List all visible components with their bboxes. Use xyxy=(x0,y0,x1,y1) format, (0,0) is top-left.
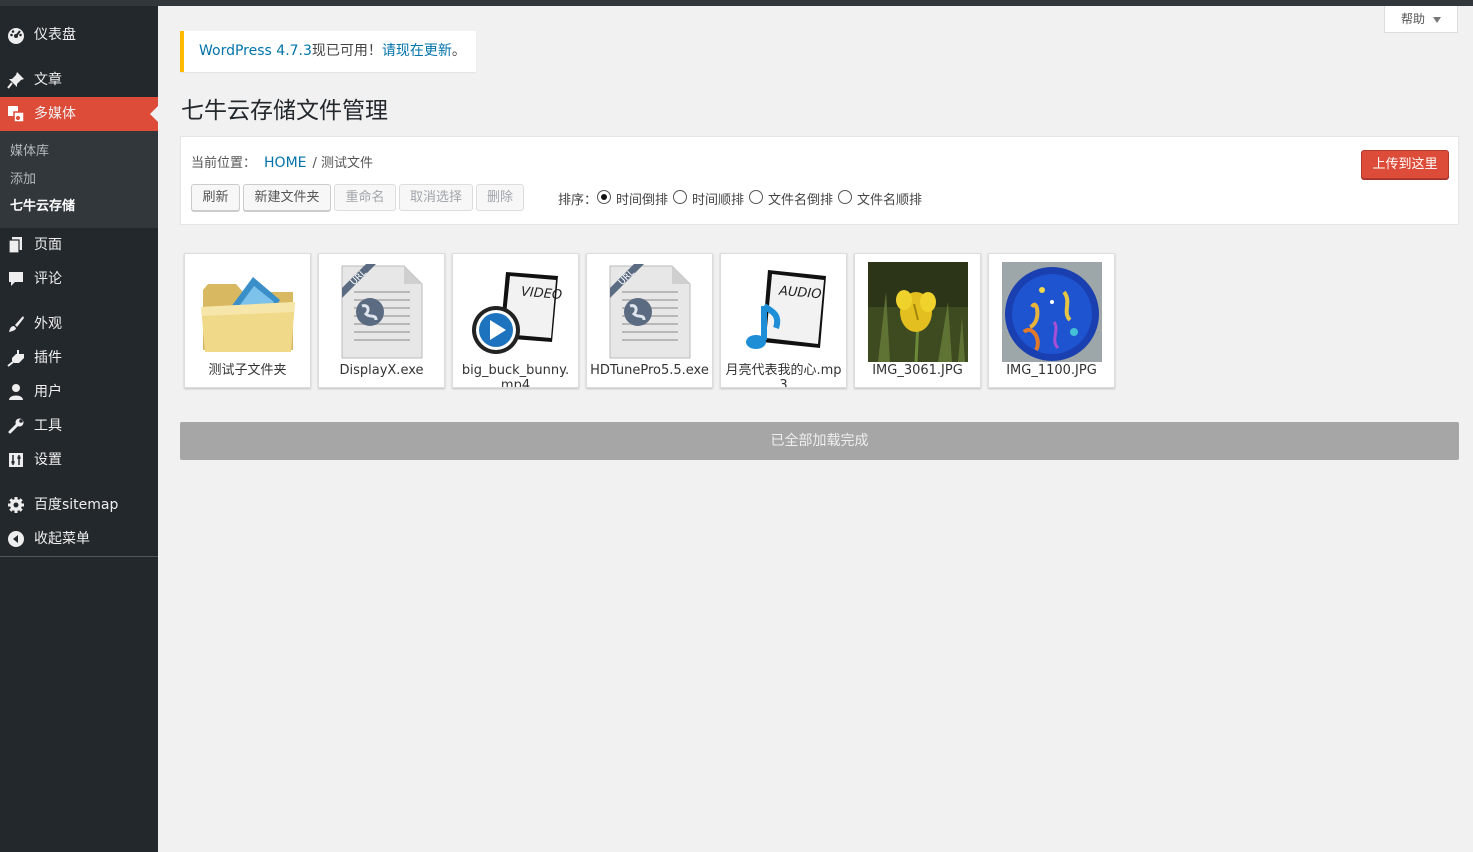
comment-icon xyxy=(6,270,26,288)
breadcrumb-separator: / xyxy=(312,156,317,171)
sidebar-item-label: 仪表盘 xyxy=(34,27,76,43)
brush-icon xyxy=(6,315,26,333)
sidebar-item-plugins[interactable]: 插件 xyxy=(0,341,158,375)
sidebar-divider xyxy=(0,556,158,557)
url-file-icon: URL xyxy=(600,262,700,362)
image-thumbnail xyxy=(1002,262,1102,362)
wordpress-version-link[interactable]: WordPress 4.7.3 xyxy=(199,43,312,59)
audio-file-icon: AUDIO xyxy=(734,262,834,362)
file-name: DisplayX.exe xyxy=(339,363,424,378)
sidebar-item-posts[interactable]: 文章 xyxy=(0,63,158,97)
sidebar-item-label: 评论 xyxy=(34,271,62,287)
load-complete-bar: 已全部加载完成 xyxy=(180,422,1459,460)
sidebar-item-baidu-sitemap[interactable]: 百度sitemap xyxy=(0,488,158,522)
file-name: 测试子文件夹 xyxy=(208,363,287,378)
notice-end: 。 xyxy=(451,43,466,59)
file-name: big_buck_bunny.mp4 xyxy=(461,363,570,387)
sidebar-item-label: 文章 xyxy=(34,72,62,88)
file-name: IMG_1100.JPG xyxy=(1006,363,1097,378)
media-submenu: 媒体库 添加 七牛云存储 xyxy=(0,131,158,228)
file-name: IMG_3061.JPG xyxy=(872,363,963,378)
sidebar-item-users[interactable]: 用户 xyxy=(0,375,158,409)
sidebar-item-label: 收起菜单 xyxy=(34,531,90,547)
admin-top-bar xyxy=(0,0,1473,6)
sort-name-desc[interactable]: 文件名倒排 xyxy=(749,189,833,208)
sidebar-item-label: 外观 xyxy=(34,316,62,332)
user-icon xyxy=(6,383,26,401)
image-thumbnail xyxy=(868,262,968,363)
sidebar-item-label: 用户 xyxy=(34,384,62,400)
help-label: 帮助 xyxy=(1400,12,1425,26)
sidebar-item-label: 插件 xyxy=(34,350,62,366)
dashboard-icon xyxy=(6,26,26,44)
file-item[interactable]: IMG_3061.JPG xyxy=(854,253,981,388)
file-item[interactable]: URL DisplayX.exe xyxy=(318,253,445,388)
new-folder-button[interactable]: 新建文件夹 xyxy=(243,184,331,211)
page-icon xyxy=(6,236,26,254)
breadcrumb: 当前位置： HOME / 测试文件 xyxy=(191,152,373,171)
gear-icon xyxy=(6,496,26,514)
folder-icon xyxy=(198,262,298,362)
submenu-item-library[interactable]: 媒体库 xyxy=(10,142,49,162)
sidebar-item-settings[interactable]: 设置 xyxy=(0,443,158,477)
sidebar-item-label: 百度sitemap xyxy=(34,497,119,513)
file-item[interactable]: VIDEO big_buck_bunny.mp4 xyxy=(452,253,579,388)
sidebar-item-collapse[interactable]: 收起菜单 xyxy=(0,522,158,556)
file-item[interactable]: AUDIO 月亮代表我的心.mp3 xyxy=(720,253,847,388)
plugin-icon xyxy=(6,349,26,367)
page-title: 七牛云存储文件管理 xyxy=(181,98,388,124)
sidebar-item-tools[interactable]: 工具 xyxy=(0,409,158,443)
radio[interactable] xyxy=(673,190,687,204)
upload-here-button[interactable]: 上传到这里 xyxy=(1361,150,1449,179)
deselect-button[interactable]: 取消选择 xyxy=(399,184,473,211)
file-item[interactable]: URL HDTunePro5.5.exe xyxy=(586,253,713,388)
wrench-icon xyxy=(6,417,26,435)
sort-time-asc[interactable]: 时间顺排 xyxy=(673,189,744,208)
submenu-item-qiniu[interactable]: 七牛云存储 xyxy=(10,197,75,217)
url-file-icon: URL xyxy=(332,262,432,362)
sort-time-desc[interactable]: 时间倒排 xyxy=(597,189,668,208)
sort-name-asc[interactable]: 文件名顺排 xyxy=(838,189,922,208)
toolbar-panel: 当前位置： HOME / 测试文件 刷新 新建文件夹 重命名 取消选择 删除 排序：… xyxy=(180,136,1459,225)
settings-icon xyxy=(6,451,26,469)
caret-down-icon xyxy=(1433,16,1441,23)
breadcrumb-home-link[interactable]: HOME xyxy=(264,155,306,171)
breadcrumb-label: 当前位置： xyxy=(191,156,257,171)
file-item[interactable]: IMG_1100.JPG xyxy=(988,253,1115,388)
delete-button[interactable]: 删除 xyxy=(476,184,524,211)
video-file-icon: VIDEO xyxy=(466,262,566,362)
rename-button[interactable]: 重命名 xyxy=(334,184,396,211)
sidebar-item-media[interactable]: 多媒体 xyxy=(0,97,158,131)
file-item[interactable]: 测试子文件夹 xyxy=(184,253,311,388)
file-name: 月亮代表我的心.mp3 xyxy=(725,363,842,387)
refresh-button[interactable]: 刷新 xyxy=(191,184,240,211)
submenu-item-add[interactable]: 添加 xyxy=(10,170,36,190)
help-tab-button[interactable]: 帮助 xyxy=(1384,6,1458,33)
collapse-icon xyxy=(6,530,26,548)
update-notice: WordPress 4.7.3现已可用！请现在更新。 xyxy=(180,31,476,72)
sidebar-item-pages[interactable]: 页面 xyxy=(0,228,158,262)
radio-checked[interactable] xyxy=(597,190,611,204)
sidebar-item-comments[interactable]: 评论 xyxy=(0,262,158,296)
radio[interactable] xyxy=(749,190,763,204)
media-icon xyxy=(6,105,26,123)
radio[interactable] xyxy=(838,190,852,204)
sidebar-item-label: 页面 xyxy=(34,237,62,253)
sidebar-item-label: 工具 xyxy=(34,418,62,434)
sidebar-item-label: 多媒体 xyxy=(34,106,76,122)
sidebar-item-label: 设置 xyxy=(34,452,62,468)
sidebar-item-appearance[interactable]: 外观 xyxy=(0,307,158,341)
notice-text: 现已可用！ xyxy=(311,43,382,59)
sidebar-item-dashboard[interactable]: 仪表盘 xyxy=(0,18,158,52)
sort-label: 排序： xyxy=(558,193,598,208)
update-now-link[interactable]: 请现在更新 xyxy=(382,43,452,59)
pin-icon xyxy=(6,71,26,89)
admin-sidebar: 仪表盘 文章 多媒体 媒体库 添加 七牛云存储 页面 评论 外观 插件 用户 工… xyxy=(0,6,158,852)
file-name: HDTunePro5.5.exe xyxy=(590,363,709,378)
breadcrumb-current: 测试文件 xyxy=(321,156,374,171)
